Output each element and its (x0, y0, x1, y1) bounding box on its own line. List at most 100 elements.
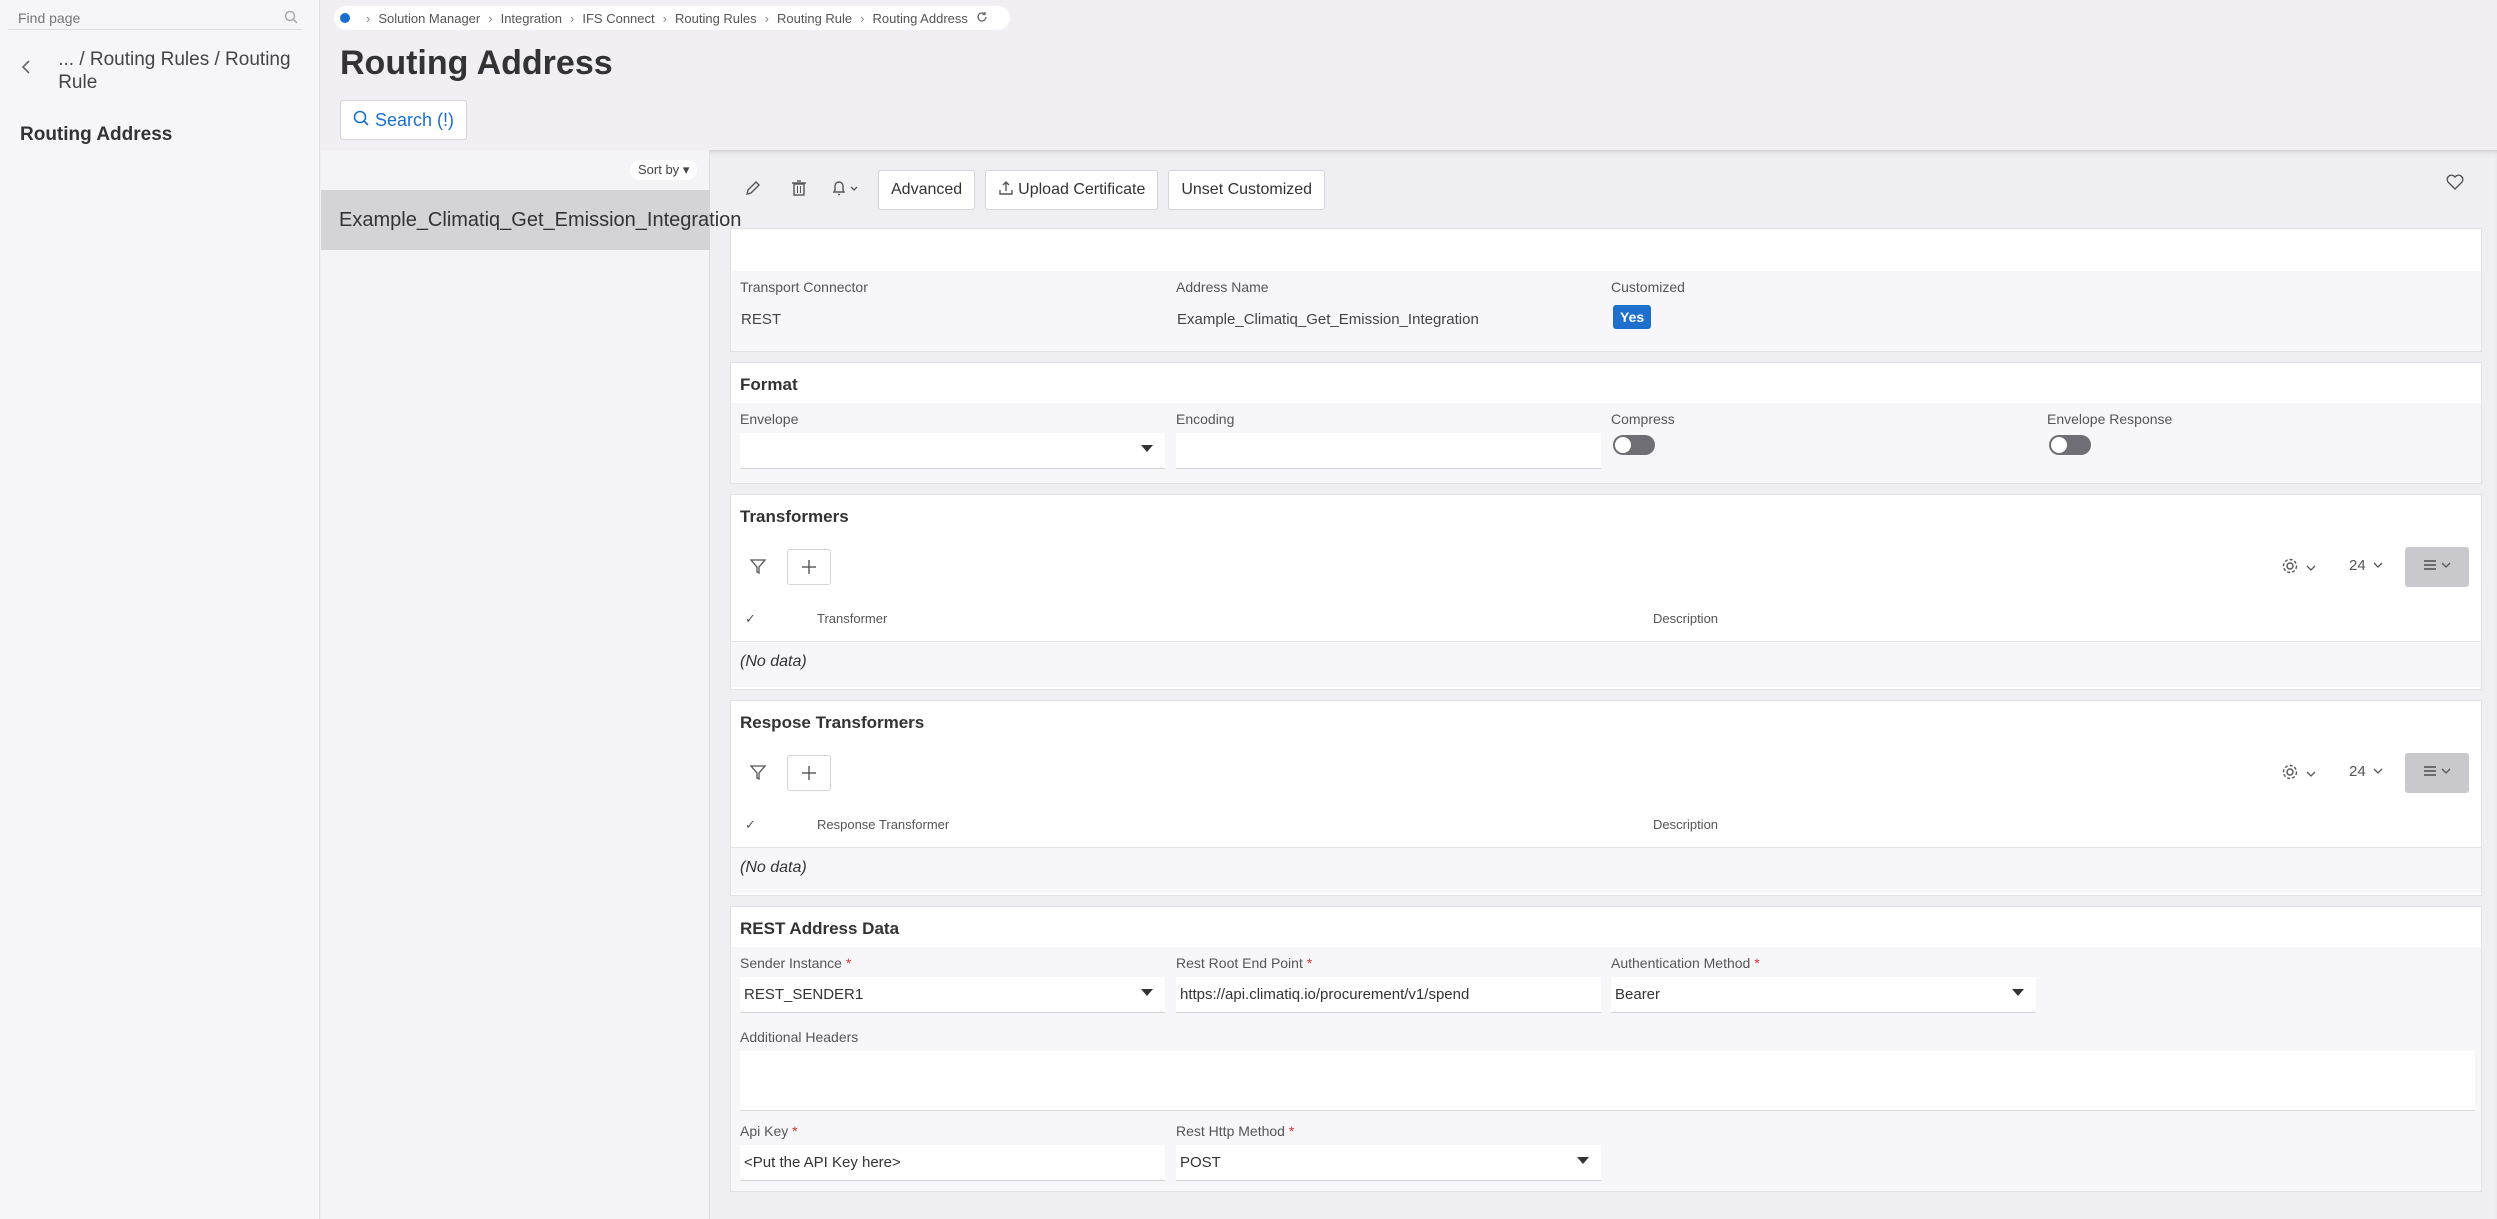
chevron-right-icon: › (488, 10, 493, 26)
advanced-button[interactable]: Advanced (878, 170, 976, 210)
filter-icon[interactable] (749, 557, 767, 580)
view-mode-button[interactable] (2405, 547, 2469, 587)
gear-icon (2281, 557, 2299, 579)
header-card-band (731, 271, 2481, 351)
sender-instance-value: REST_SENDER1 (744, 986, 864, 1003)
breadcrumb-item[interactable]: Integration (501, 11, 562, 26)
response-transformers-title: Respose Transformers (740, 713, 925, 732)
required-mark: * (1288, 1123, 1295, 1139)
sort-by-button[interactable]: Sort by ▾ (630, 160, 698, 180)
encoding-input[interactable] (1176, 433, 1601, 469)
customized-label: Customized (1611, 279, 1685, 295)
search-button[interactable]: Search (!) (340, 100, 468, 140)
rest-address-card: REST Address Data Sender Instance * REST… (730, 906, 2482, 1192)
grid-settings-button[interactable] (2281, 763, 2317, 785)
select-all-check-icon[interactable]: ✓ (745, 611, 756, 627)
search-icon[interactable] (284, 10, 298, 29)
envelope-label: Envelope (740, 411, 799, 427)
rest-address-title: REST Address Data (740, 919, 900, 938)
api-key-label: Api Key * (740, 1123, 798, 1139)
page-size-select[interactable]: 24 (2349, 763, 2384, 780)
auth-method-label-text: Authentication Method (1611, 955, 1751, 971)
transformers-card: Transformers 24 ✓ Transformer Descriptio… (730, 494, 2482, 690)
format-title: Format (740, 375, 798, 394)
trash-icon[interactable] (776, 179, 822, 202)
transport-connector-label: Transport Connector (740, 279, 868, 295)
upload-certificate-button[interactable]: Upload Certificate (985, 170, 1159, 210)
add-row-button[interactable] (787, 549, 831, 585)
auth-method-select[interactable]: Bearer (1611, 977, 2036, 1013)
breadcrumb-item[interactable]: Routing Rule (777, 11, 852, 26)
home-dot-icon[interactable] (340, 13, 350, 23)
api-key-label-text: Api Key (740, 1123, 789, 1139)
required-mark: * (792, 1123, 798, 1139)
chevron-down-icon (2305, 560, 2317, 577)
view-mode-button[interactable] (2405, 753, 2469, 793)
list-item[interactable]: Example_Climatiq_Get_Emission_Integratio… (321, 190, 741, 250)
filter-icon[interactable] (749, 763, 767, 786)
page-size-value: 24 (2349, 557, 2366, 574)
encoding-label: Encoding (1176, 411, 1235, 427)
edit-icon[interactable] (730, 179, 776, 202)
envelope-response-label: Envelope Response (2047, 411, 2173, 427)
add-row-button[interactable] (787, 755, 831, 791)
breadcrumb-item[interactable]: IFS Connect (582, 11, 654, 26)
envelope-select[interactable] (740, 433, 1165, 469)
upload-certificate-label: Upload Certificate (1018, 181, 1146, 198)
page-size-select[interactable]: 24 (2349, 557, 2384, 574)
find-page-box[interactable] (8, 6, 302, 30)
api-key-value: <Put the API Key here> (744, 1154, 901, 1171)
additional-headers-textarea[interactable] (740, 1051, 2475, 1111)
transformers-title: Transformers (740, 507, 849, 526)
dropdown-arrow-icon (2012, 989, 2024, 996)
bell-icon[interactable] (822, 179, 868, 202)
root-endpoint-input[interactable]: https://api.climatiq.io/procurement/v1/s… (1176, 977, 1601, 1013)
search-button-label: Search (!) (375, 109, 455, 130)
refresh-icon[interactable] (976, 11, 988, 26)
chevron-down-icon (2372, 763, 2384, 780)
breadcrumb-item[interactable]: Routing Rules (675, 11, 757, 26)
http-method-select[interactable]: POST (1176, 1145, 1601, 1181)
chevron-left-icon[interactable] (20, 58, 38, 94)
breadcrumb-item[interactable]: Solution Manager (378, 11, 480, 26)
required-mark: * (1306, 955, 1313, 971)
sort-by-label: Sort by (638, 162, 680, 177)
compress-label: Compress (1611, 411, 1675, 427)
additional-headers-label: Additional Headers (740, 1029, 859, 1045)
header-card: Transport Connector REST Address Name Ex… (730, 228, 2482, 352)
dropdown-arrow-icon (1141, 989, 1153, 996)
chevron-right-icon: › (366, 10, 371, 26)
column-header-response-transformer[interactable]: Response Transformer (817, 817, 949, 832)
find-page-input[interactable] (8, 9, 268, 26)
favorite-heart-icon[interactable] (2446, 174, 2464, 195)
transport-connector-value: REST (741, 311, 782, 328)
grid-settings-button[interactable] (2281, 557, 2317, 579)
column-header-description[interactable]: Description (1653, 611, 1718, 626)
envelope-response-toggle[interactable] (2049, 435, 2091, 455)
required-mark: * (845, 955, 852, 971)
back-link-label[interactable]: ... / Routing Rules / Routing Rule (38, 48, 310, 94)
plus-icon (802, 766, 816, 780)
sender-instance-label: Sender Instance * (740, 955, 851, 971)
root-endpoint-value: https://api.climatiq.io/procurement/v1/s… (1180, 986, 1470, 1003)
plus-icon (802, 560, 816, 574)
address-name-label: Address Name (1176, 279, 1269, 295)
address-name-value: Example_Climatiq_Get_Emission_Integratio… (1177, 311, 1479, 328)
compress-toggle[interactable] (1613, 435, 1655, 455)
back-link[interactable]: ... / Routing Rules / Routing Rule (20, 48, 310, 94)
select-all-check-icon[interactable]: ✓ (745, 817, 756, 833)
chevron-down-icon (2372, 557, 2384, 574)
unset-customized-button[interactable]: Unset Customized (1168, 170, 1326, 210)
column-header-description[interactable]: Description (1653, 817, 1718, 832)
column-header-transformer[interactable]: Transformer (817, 611, 887, 626)
auth-method-value: Bearer (1615, 986, 1661, 1003)
api-key-input[interactable]: <Put the API Key here> (740, 1145, 1165, 1181)
sender-instance-select[interactable]: REST_SENDER1 (740, 977, 1165, 1013)
left-navigation: ... / Routing Rules / Routing Rule Routi… (0, 0, 320, 1219)
sender-instance-label-text: Sender Instance (740, 955, 842, 971)
format-card: Format Envelope Encoding Compress Envelo… (730, 362, 2482, 484)
caret-down-icon: ▾ (682, 162, 690, 177)
dropdown-arrow-icon (1141, 445, 1153, 452)
chevron-right-icon: › (570, 10, 575, 26)
list-view-icon (2422, 764, 2452, 783)
